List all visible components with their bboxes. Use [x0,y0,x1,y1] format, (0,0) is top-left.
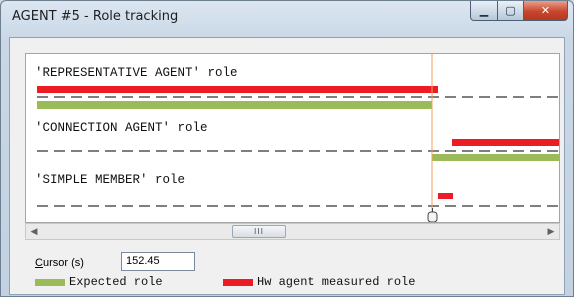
scroll-left-arrow-icon[interactable]: ◀ [26,224,42,239]
role-tracking-window: AGENT #5 - Role tracking ▁ ▢ ✕ 'REPRESEN… [0,0,574,297]
legend-swatch-expected [35,279,65,286]
cursor-handle-icon[interactable] [427,208,438,222]
minimize-icon: ▁ [479,4,489,17]
measured-bar-simple-member [438,193,453,199]
expected-bar-representative [37,101,432,109]
measured-bar-connection [452,139,559,146]
legend: Expected role Hw agent measured role [35,275,555,291]
track-label-connection: 'CONNECTION AGENT' role [35,121,208,135]
cursor-label-accesskey: C [35,257,43,269]
track-label-representative: 'REPRESENTATIVE AGENT' role [35,66,238,80]
cursor-label: Cursor (s) [35,257,84,269]
maximize-button[interactable]: ▢ [498,1,524,21]
legend-label-expected: Expected role [69,275,163,289]
window-controls: ▁ ▢ ✕ [470,1,568,21]
window-title: AGENT #5 - Role tracking [12,9,179,24]
legend-label-measured: Hw agent measured role [257,275,416,289]
minimize-button[interactable]: ▁ [470,1,498,21]
cursor-time-field[interactable]: 152.45 [121,252,195,271]
maximize-icon: ▢ [505,4,516,17]
role-plot-canvas: 'REPRESENTATIVE AGENT' role 'CONNECTION … [35,54,559,222]
close-icon: ✕ [540,4,551,17]
close-button[interactable]: ✕ [524,1,568,21]
horizontal-scrollbar[interactable]: ◀ III ▶ [25,223,560,240]
cursor-label-text: ursor (s) [42,257,84,269]
measured-bar-representative [37,86,438,93]
title-bar[interactable]: AGENT #5 - Role tracking ▁ ▢ ✕ [1,1,573,37]
legend-swatch-measured [223,279,253,286]
scroll-right-arrow-icon[interactable]: ▶ [543,224,559,239]
expected-bar-connection [432,154,559,161]
scroll-thumb[interactable]: III [232,225,286,238]
track-label-simple-member: 'SIMPLE MEMBER' role [35,173,185,187]
role-plot[interactable]: 'REPRESENTATIVE AGENT' role 'CONNECTION … [25,53,560,223]
